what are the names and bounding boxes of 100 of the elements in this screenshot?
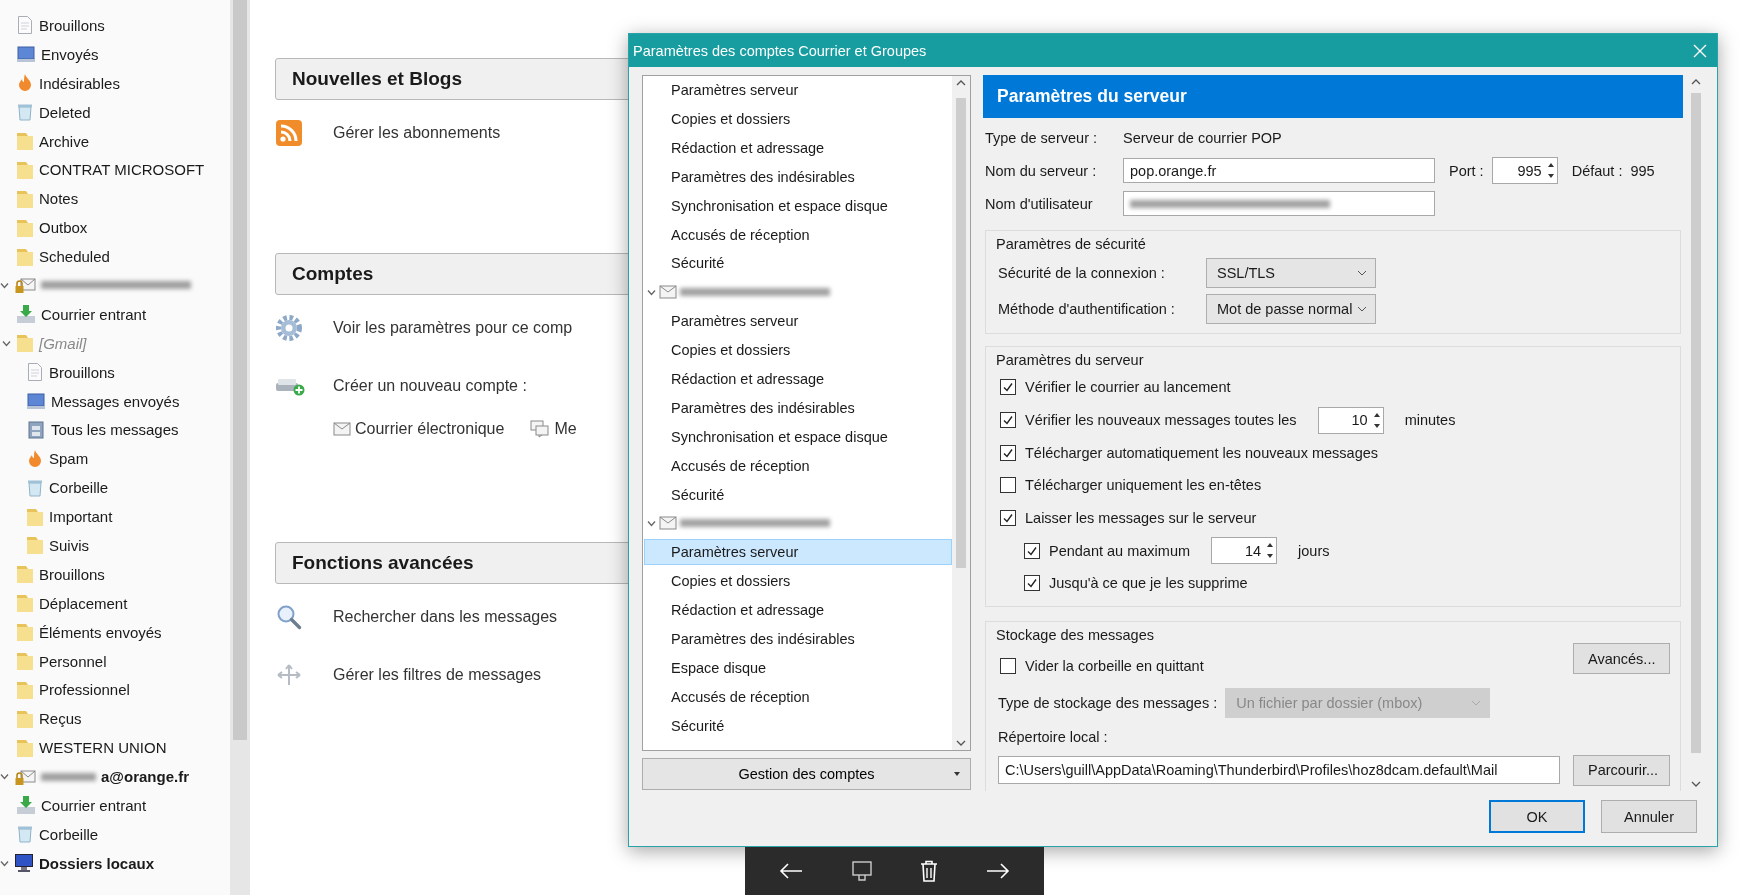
action-link[interactable]: Voir les paramètres pour ce comp [333, 319, 573, 337]
folder-label: Brouillons [39, 16, 105, 34]
folder-item[interactable]: Dossiers locaux [0, 848, 230, 878]
checkbox[interactable] [1000, 657, 1016, 674]
checkbox[interactable] [1000, 412, 1016, 429]
action-link[interactable]: Rechercher dans les messages [333, 608, 558, 626]
chevron-icon[interactable] [2, 338, 11, 348]
folder-item[interactable]: Professionnel [0, 675, 230, 705]
folder-item[interactable]: Personnel [0, 646, 230, 676]
action-link[interactable]: Gérer les filtres de messages [333, 666, 542, 684]
group-label: Stockage des messages [996, 625, 1155, 645]
folder-icon [16, 737, 34, 758]
folder-item[interactable]: [Gmail] [0, 328, 230, 358]
folder-item[interactable]: Scheduled [0, 242, 230, 271]
username-field[interactable] [1123, 191, 1435, 216]
folder-item[interactable]: Brouillons [0, 357, 230, 387]
document-icon [26, 362, 44, 383]
tree-item[interactable]: Rédaction et adressage [643, 597, 952, 624]
account-type-link[interactable]: Courrier électronique [355, 420, 505, 438]
path-field[interactable]: C:\Users\guill\AppData\Roaming\Thunderbird\Profiles\hoz8dcam.default\Mail [998, 756, 1560, 785]
folder-item[interactable]: CONTRAT MICROSOFT [0, 155, 230, 185]
field-label: Défaut : [1571, 162, 1623, 179]
tree-item[interactable]: Rédaction et adressage [643, 134, 952, 161]
tree-item[interactable]: Paramètres des indésirables [643, 394, 952, 421]
tree-item[interactable]: Synchronisation et espace disque [643, 192, 952, 219]
manage-accounts-button[interactable]: Gestion des comptes [642, 758, 971, 790]
folder-label: Professionnel [39, 681, 130, 699]
arrow-left-icon[interactable] [778, 861, 805, 881]
chevron-icon[interactable] [647, 518, 656, 528]
port-field[interactable]: 995 [1491, 157, 1558, 184]
account-type-link[interactable]: Me [554, 420, 577, 438]
tree-item[interactable]: Sécurité [643, 481, 952, 508]
tree-item[interactable]: Paramètres des indésirables [643, 163, 952, 190]
folder-item[interactable]: Reçus [0, 704, 230, 734]
folder-item[interactable]: Outbox [0, 213, 230, 243]
folder-item[interactable]: WESTERN UNION [0, 733, 230, 763]
folder-item[interactable]: a@orange.fr [0, 762, 230, 792]
server-name-field[interactable]: pop.orange.fr [1123, 158, 1435, 183]
dropdown[interactable]: Mot de passe normal [1206, 294, 1376, 324]
tree-item[interactable]: Espace disque [643, 654, 952, 681]
trash-icon[interactable] [919, 860, 938, 882]
option-label: Jusqu'à ce que je les supprime [1049, 575, 1248, 592]
folder-item[interactable]: Deleted [0, 97, 230, 127]
folder-item[interactable]: Archive [0, 126, 230, 156]
tree-item[interactable]: Paramètres des indésirables [643, 625, 952, 652]
folder-item[interactable]: Éléments envoyés [0, 617, 230, 647]
search-icon[interactable] [275, 603, 303, 631]
folder-label: [Gmail] [39, 334, 87, 352]
slideshow-icon[interactable] [851, 860, 874, 882]
action-link[interactable]: Gérer les abonnements [333, 124, 501, 142]
tree-item[interactable]: Rédaction et adressage [643, 365, 952, 392]
folder-item[interactable]: Courrier entrant [0, 299, 230, 329]
advanced-button[interactable]: Avancés... [1573, 643, 1670, 675]
checkbox[interactable] [1000, 444, 1016, 461]
tree-item[interactable]: Accusés de réception [643, 683, 952, 710]
chevron-icon[interactable] [0, 772, 9, 782]
tree-item[interactable]: Accusés de réception [643, 452, 952, 479]
tree-item[interactable]: Synchronisation et espace disque [643, 423, 952, 450]
close-icon[interactable] [1693, 43, 1707, 58]
checkbox[interactable] [1000, 510, 1016, 527]
folder-item[interactable]: Envoyés [0, 39, 230, 69]
chevron-icon[interactable] [647, 287, 656, 297]
window-title: Paramètres des comptes Courrier et Groupes [633, 42, 927, 59]
tree-item[interactable]: Copies et dossiers [643, 105, 952, 132]
folder-item[interactable]: Corbeille [0, 473, 230, 503]
arrow-right-icon[interactable] [984, 861, 1011, 881]
folder-item[interactable]: Courrier entrant [0, 791, 230, 820]
number-field[interactable]: 10 [1317, 406, 1384, 434]
chevron-icon[interactable] [0, 858, 9, 868]
folder-item[interactable]: Déplacement [0, 588, 230, 618]
folder-item[interactable]: Tous les messages [0, 415, 230, 445]
ok-button[interactable]: OK [1489, 800, 1585, 833]
chevron-icon[interactable] [0, 280, 9, 290]
number-field[interactable]: 14 [1211, 537, 1278, 565]
folder-item[interactable]: Spam [0, 444, 230, 474]
checkbox[interactable] [1000, 477, 1016, 494]
folder-item[interactable]: Suivis [0, 531, 230, 560]
folder-item[interactable]: Messages envoyés [0, 386, 230, 416]
envelope-icon[interactable] [333, 422, 351, 436]
tree-item[interactable]: Copies et dossiers [643, 337, 952, 364]
folder-item[interactable]: Important [0, 502, 230, 532]
browse-button[interactable]: Parcourir... [1573, 754, 1670, 786]
cancel-button[interactable]: Annuler [1601, 800, 1697, 833]
unit-label: jours [1298, 542, 1330, 559]
folder-item[interactable]: Corbeille [0, 819, 230, 849]
folder-item[interactable]: Brouillons [0, 559, 230, 589]
folder-item[interactable]: Brouillons [0, 11, 230, 40]
folder-item[interactable]: Notes [0, 184, 230, 214]
tree-item[interactable]: Sécurité [643, 712, 952, 739]
scrollbar[interactable] [230, 0, 250, 895]
scrollbar[interactable] [952, 76, 970, 750]
checkbox[interactable] [1000, 379, 1016, 396]
checkbox[interactable] [1024, 575, 1040, 592]
checkbox[interactable] [1024, 542, 1040, 559]
dropdown[interactable]: SSL/TLS [1206, 258, 1376, 288]
folder-item[interactable]: Indésirables [0, 68, 230, 98]
tree-item[interactable]: Paramètres serveur [643, 308, 952, 335]
tree-item[interactable]: Accusés de réception [643, 221, 952, 248]
tree-item[interactable]: Paramètres serveur [644, 539, 952, 566]
action-link[interactable]: Créer un nouveau compte : [333, 377, 527, 395]
